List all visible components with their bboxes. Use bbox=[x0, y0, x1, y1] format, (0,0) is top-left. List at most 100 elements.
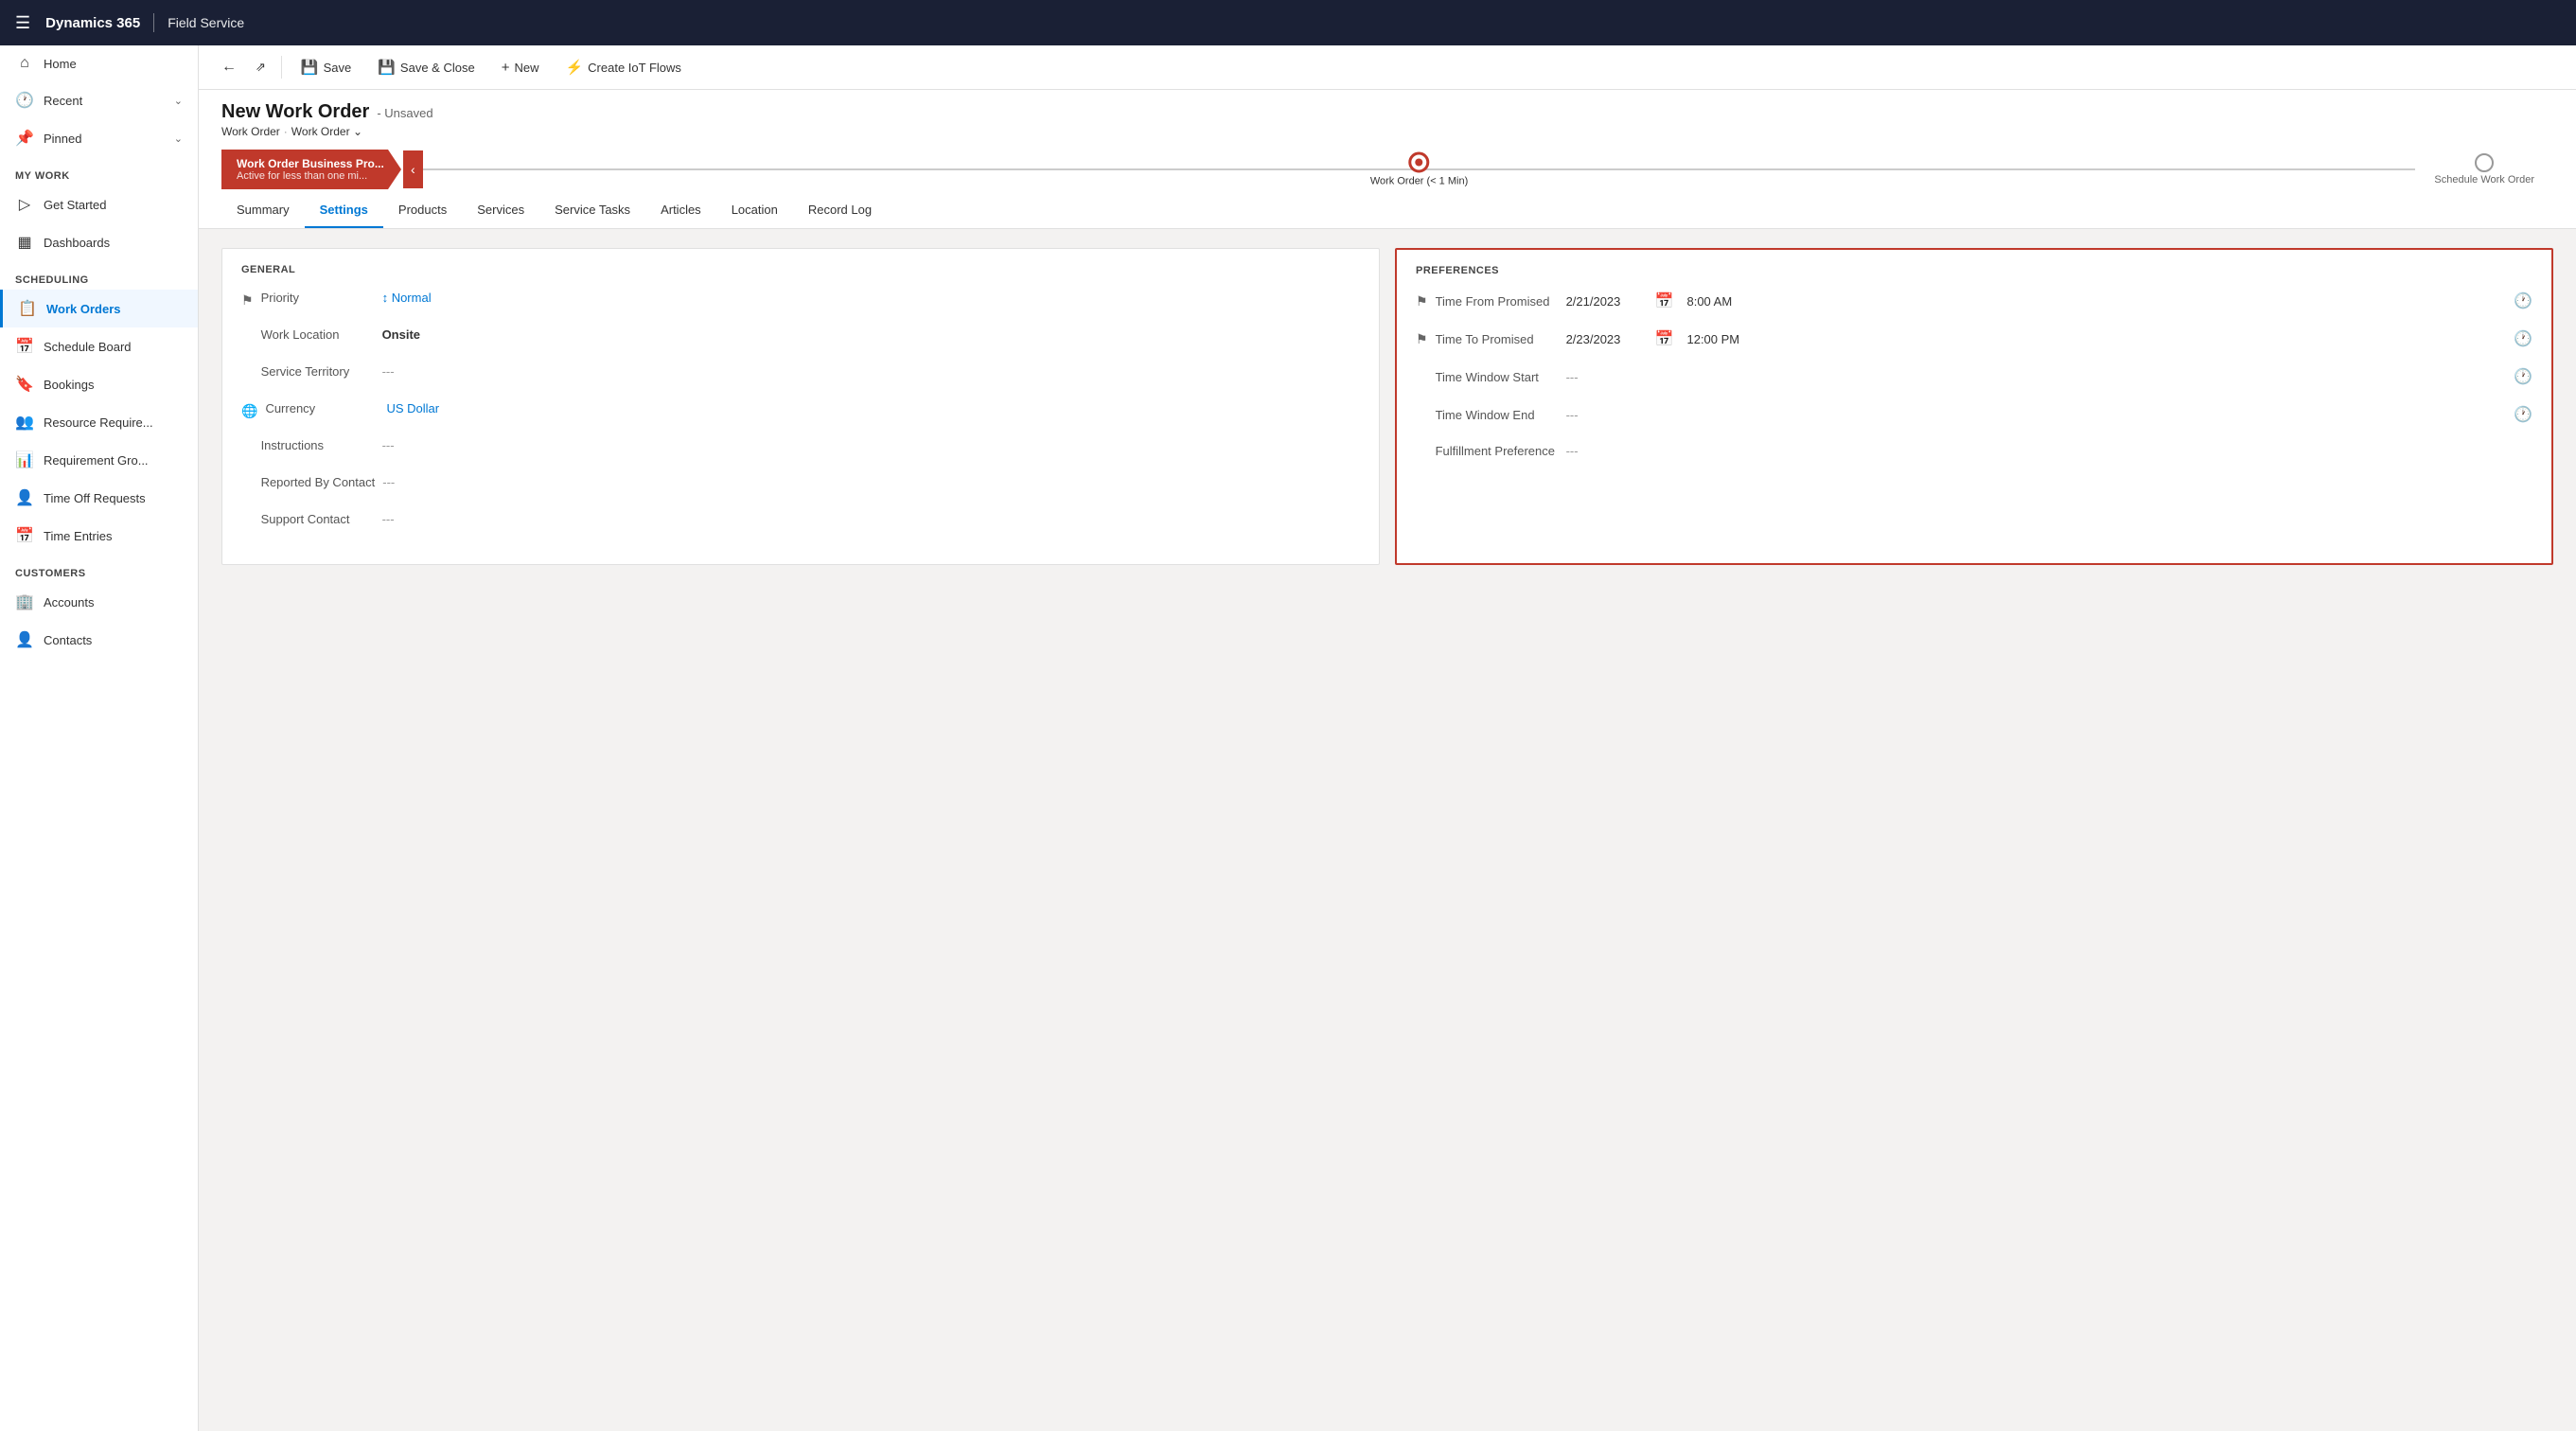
save-close-icon: 💾 bbox=[378, 59, 396, 76]
general-panel: GENERAL ⚑ Priority ↕ Normal ⚑ Work Locat… bbox=[221, 248, 1380, 565]
tab-products[interactable]: Products bbox=[383, 193, 462, 228]
service-territory-value: --- bbox=[382, 364, 395, 379]
page-title: New Work Order bbox=[221, 101, 369, 123]
clock-icon-to[interactable]: 🕐 bbox=[2514, 329, 2532, 348]
sidebar-item-time-off[interactable]: 👤 Time Off Requests bbox=[0, 479, 198, 517]
field-time-to-promised: ⚑ Time To Promised 2/23/2023 📅 12:00 PM … bbox=[1416, 329, 2532, 348]
time-to-promised-label: Time To Promised bbox=[1436, 332, 1559, 346]
tab-summary[interactable]: Summary bbox=[221, 193, 305, 228]
stage-collapse-button[interactable]: ‹ bbox=[403, 150, 423, 188]
sidebar-label-time-off: Time Off Requests bbox=[44, 491, 146, 505]
time-window-start-label: Time Window Start bbox=[1436, 370, 1559, 384]
sidebar-label-contacts: Contacts bbox=[44, 633, 92, 647]
hamburger-icon[interactable]: ☰ bbox=[15, 13, 30, 33]
popup-button[interactable]: ⇗ bbox=[248, 54, 273, 80]
sidebar-label-recent: Recent bbox=[44, 94, 82, 108]
create-iot-button[interactable]: ⚡ Create IoT Flows bbox=[554, 53, 692, 81]
home-icon: ⌂ bbox=[15, 55, 34, 72]
new-label: New bbox=[514, 61, 538, 75]
recent-icon: 🕐 bbox=[15, 91, 34, 110]
top-nav: ☰ Dynamics 365 Field Service bbox=[0, 0, 2576, 45]
fulfillment-pref-value: --- bbox=[1566, 444, 1642, 458]
sidebar-item-time-entries[interactable]: 📅 Time Entries bbox=[0, 517, 198, 555]
time-window-end-value: --- bbox=[1566, 408, 1642, 422]
sidebar-item-bookings[interactable]: 🔖 Bookings bbox=[0, 365, 198, 403]
clock-icon-window-end[interactable]: 🕐 bbox=[2514, 405, 2532, 424]
instructions-value: --- bbox=[382, 438, 395, 452]
calendar-icon-from[interactable]: 📅 bbox=[1655, 292, 1674, 310]
sidebar-item-home[interactable]: ⌂ Home bbox=[0, 45, 198, 81]
section-customers: Customers bbox=[0, 555, 198, 583]
stage-next-circle bbox=[2475, 153, 2494, 172]
currency-icon: 🌐 bbox=[241, 403, 257, 419]
save-close-label: Save & Close bbox=[400, 61, 475, 75]
general-section-title: GENERAL bbox=[241, 264, 1360, 275]
field-currency: 🌐 Currency US Dollar bbox=[241, 401, 1360, 419]
time-off-icon: 👤 bbox=[15, 488, 34, 507]
contacts-icon: 👤 bbox=[15, 630, 34, 649]
tab-record-log[interactable]: Record Log bbox=[793, 193, 887, 228]
stage-active[interactable]: Work Order Business Pro... Active for le… bbox=[221, 150, 401, 189]
sidebar-item-dashboards[interactable]: ▦ Dashboards bbox=[0, 223, 198, 261]
work-location-value: Onsite bbox=[382, 327, 420, 342]
stage-next-label: Schedule Work Order bbox=[2434, 174, 2534, 186]
app-title: Dynamics 365 bbox=[45, 15, 140, 31]
tab-location[interactable]: Location bbox=[716, 193, 793, 228]
sidebar-label-resource-req: Resource Require... bbox=[44, 415, 153, 430]
currency-label: Currency bbox=[265, 401, 379, 415]
bookings-icon: 🔖 bbox=[15, 375, 34, 394]
form-panels: GENERAL ⚑ Priority ↕ Normal ⚑ Work Locat… bbox=[221, 248, 2553, 565]
sidebar-item-accounts[interactable]: 🏢 Accounts bbox=[0, 583, 198, 621]
tab-settings[interactable]: Settings bbox=[305, 193, 383, 228]
sidebar-item-get-started[interactable]: ▷ Get Started bbox=[0, 186, 198, 223]
priority-value[interactable]: ↕ Normal bbox=[382, 291, 432, 305]
progress-wrap: Work Order Business Pro... Active for le… bbox=[221, 150, 2553, 189]
sidebar-label-home: Home bbox=[44, 57, 77, 71]
field-fulfillment-pref: ⚑ Fulfillment Preference --- bbox=[1416, 443, 2532, 459]
save-button[interactable]: 💾 Save bbox=[290, 53, 362, 81]
sidebar-item-resource-req[interactable]: 👥 Resource Require... bbox=[0, 403, 198, 441]
clock-icon-window-start[interactable]: 🕐 bbox=[2514, 367, 2532, 386]
back-button[interactable]: ← bbox=[214, 53, 244, 81]
breadcrumb-item-2[interactable]: Work Order ⌄ bbox=[291, 125, 362, 138]
toolbar-sep-1 bbox=[281, 56, 282, 79]
breadcrumb-item-1: Work Order bbox=[221, 125, 280, 138]
fulfillment-pref-label: Fulfillment Preference bbox=[1436, 444, 1559, 458]
section-my-work: My Work bbox=[0, 157, 198, 186]
breadcrumb-chevron-icon: ⌄ bbox=[353, 125, 362, 138]
save-close-button[interactable]: 💾 Save & Close bbox=[366, 53, 485, 81]
reported-by-value: --- bbox=[382, 475, 395, 489]
dashboards-icon: ▦ bbox=[15, 233, 34, 252]
calendar-icon-to[interactable]: 📅 bbox=[1655, 329, 1674, 348]
sidebar-item-contacts[interactable]: 👤 Contacts bbox=[0, 621, 198, 659]
tab-services[interactable]: Services bbox=[462, 193, 539, 228]
sidebar-item-requirement-gro[interactable]: 📊 Requirement Gro... bbox=[0, 441, 198, 479]
support-contact-label: Support Contact bbox=[261, 512, 375, 526]
sidebar-label-time-entries: Time Entries bbox=[44, 529, 112, 543]
support-contact-value: --- bbox=[382, 512, 395, 526]
preferences-section-title: PREFERENCES bbox=[1416, 265, 2532, 276]
stage-progress-center: Work Order (< 1 Min) bbox=[1370, 152, 1468, 187]
sidebar: ⌂ Home 🕐 Recent ⌄ 📌 Pinned ⌄ My Work ▷ G… bbox=[0, 45, 199, 1431]
priority-label: Priority bbox=[261, 291, 375, 305]
new-icon: + bbox=[502, 60, 510, 76]
tab-articles[interactable]: Articles bbox=[645, 193, 716, 228]
sidebar-label-pinned: Pinned bbox=[44, 132, 81, 146]
sidebar-item-recent[interactable]: 🕐 Recent ⌄ bbox=[0, 81, 198, 119]
sidebar-item-work-orders[interactable]: 📋 Work Orders bbox=[0, 290, 198, 327]
chevron-down-icon: ⌄ bbox=[174, 132, 183, 145]
save-label: Save bbox=[324, 61, 352, 75]
time-from-promised-label: Time From Promised bbox=[1436, 294, 1559, 309]
stage-circle-active bbox=[1409, 152, 1430, 173]
sidebar-label-requirement-gro: Requirement Gro... bbox=[44, 453, 149, 468]
currency-value[interactable]: US Dollar bbox=[386, 401, 439, 415]
tab-service-tasks[interactable]: Service Tasks bbox=[539, 193, 645, 228]
time-window-end-label: Time Window End bbox=[1436, 408, 1559, 422]
save-icon: 💾 bbox=[301, 59, 319, 76]
new-button[interactable]: + New bbox=[490, 54, 551, 81]
sidebar-item-pinned[interactable]: 📌 Pinned ⌄ bbox=[0, 119, 198, 157]
sidebar-item-schedule-board[interactable]: 📅 Schedule Board bbox=[0, 327, 198, 365]
breadcrumb: Work Order · Work Order ⌄ bbox=[221, 125, 2553, 138]
field-instructions: ⚑ Instructions --- bbox=[241, 438, 1360, 456]
clock-icon-from[interactable]: 🕐 bbox=[2514, 292, 2532, 310]
